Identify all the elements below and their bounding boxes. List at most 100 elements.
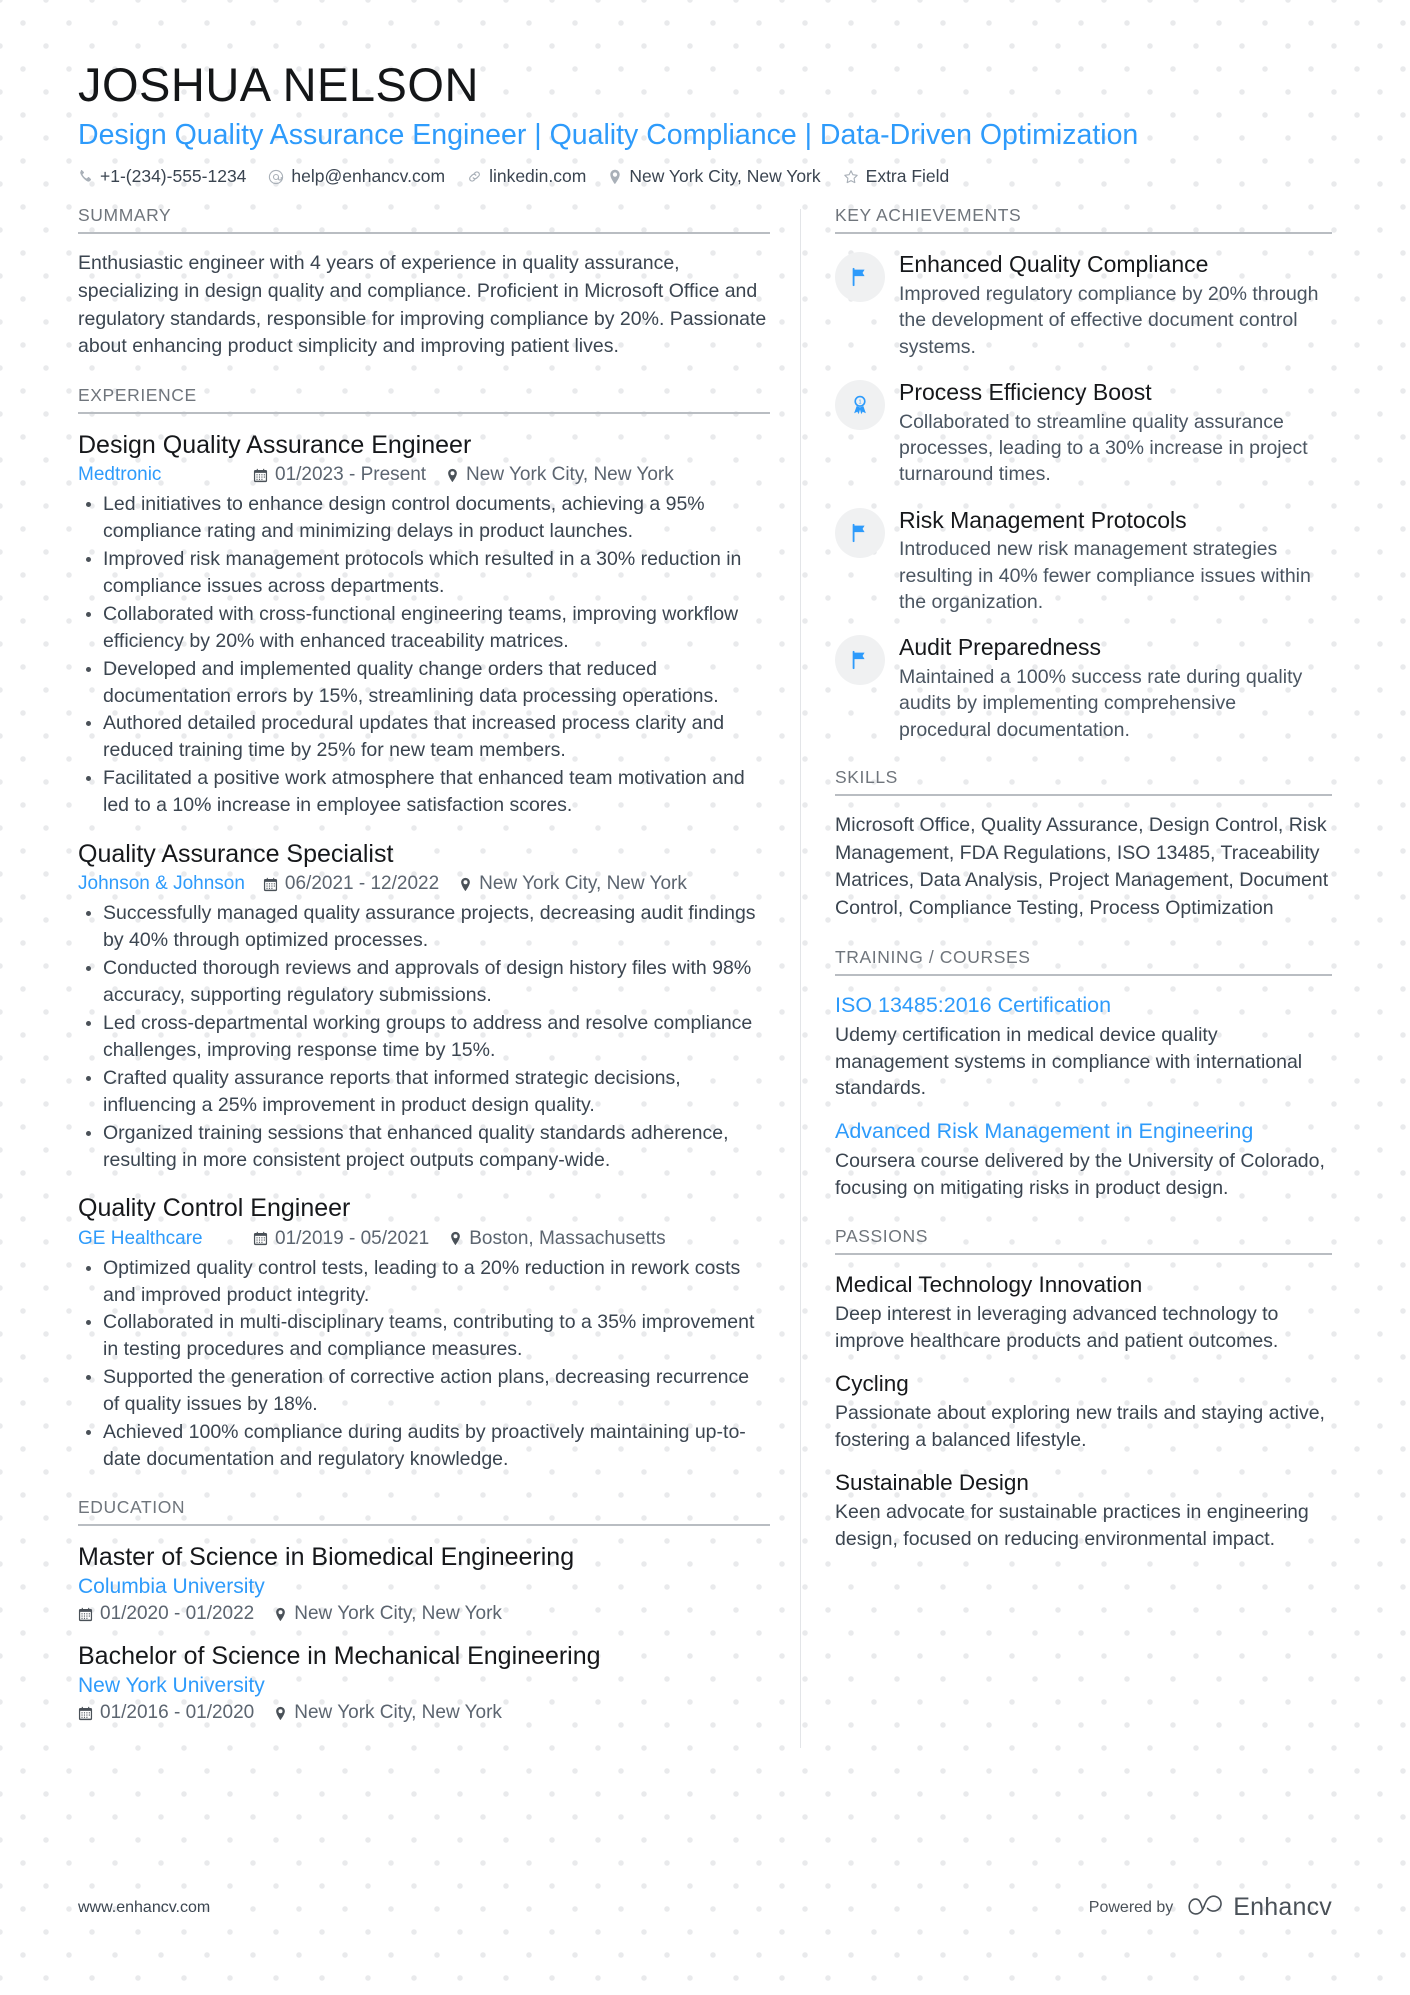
- job-dates: 06/2021 - 12/2022: [263, 873, 439, 895]
- location-icon: [608, 169, 622, 185]
- calendar-icon: [263, 877, 278, 892]
- contact-link[interactable]: linkedin.com: [467, 166, 586, 187]
- job-title: Quality Control Engineer: [78, 1194, 351, 1223]
- achievement-icon-bubble: [835, 252, 885, 303]
- resume-content: JOSHUA NELSON Design Quality Assurance E…: [0, 0, 1410, 1749]
- page-footer: www.enhancv.com Powered by Enhancv: [0, 1892, 1410, 1923]
- contact-location-text: New York City, New York: [629, 166, 821, 187]
- calendar-icon: [78, 1706, 93, 1721]
- job-bullet: Supported the generation of corrective a…: [86, 1364, 770, 1418]
- job-meta: GE Healthcare 01/2019 - 05/2021 Boston, …: [78, 1228, 770, 1250]
- section-heading-passions: PASSIONS: [835, 1226, 1332, 1256]
- contact-location[interactable]: New York City, New York: [608, 166, 821, 187]
- job-title: Design Quality Assurance Engineer: [78, 430, 472, 459]
- contact-link-text: linkedin.com: [489, 166, 587, 187]
- course-title[interactable]: ISO 13485:2016 Certification: [835, 992, 1332, 1019]
- education-location: New York City, New York: [274, 1702, 502, 1724]
- experience-item: Quality Assurance Specialist Johnson & J…: [78, 839, 770, 1173]
- section-passions: PASSIONS Medical Technology Innovation D…: [835, 1226, 1332, 1553]
- course-item: Advanced Risk Management in Engineering …: [835, 1118, 1332, 1202]
- achievement-icon-bubble: 1: [835, 379, 885, 430]
- course-description: Udemy certification in medical device qu…: [835, 1023, 1303, 1100]
- contact-phone[interactable]: +1-(234)-555-1234: [78, 166, 246, 187]
- enhancv-brand[interactable]: Enhancv: [1187, 1892, 1332, 1923]
- achievement-icon-bubble: [835, 507, 885, 558]
- contact-email[interactable]: help@enhancv.com: [268, 166, 445, 187]
- contact-extra-field-text: Extra Field: [865, 166, 950, 187]
- section-training-courses: TRAINING / COURSES ISO 13485:2016 Certif…: [835, 947, 1332, 1202]
- job-bullet: Led initiatives to enhance design contro…: [86, 491, 770, 545]
- job-dates-text: 01/2019 - 05/2021: [275, 1227, 430, 1249]
- job-bullet: Achieved 100% compliance during audits b…: [86, 1419, 770, 1473]
- section-skills: SKILLS Microsoft Office, Quality Assuran…: [835, 767, 1332, 923]
- achievement-title: Process Efficiency Boost: [899, 378, 1152, 405]
- job-bullet: Crafted quality assurance reports that i…: [86, 1065, 770, 1119]
- education-dates-text: 01/2016 - 01/2020: [100, 1702, 255, 1724]
- section-summary: SUMMARY Enthusiastic engineer with 4 yea…: [78, 205, 770, 361]
- achievement-description: Improved regulatory compliance by 20% th…: [899, 282, 1319, 358]
- job-company[interactable]: Medtronic: [78, 464, 253, 486]
- location-icon: [446, 468, 459, 483]
- location-icon: [459, 877, 472, 892]
- job-bullet: Improved risk management protocols which…: [86, 546, 770, 600]
- location-icon: [274, 1607, 287, 1622]
- job-bullet: Collaborated with cross-functional engin…: [86, 601, 770, 655]
- job-bullet: Authored detailed procedural updates tha…: [86, 710, 770, 764]
- education-school[interactable]: Columbia University: [78, 1575, 770, 1599]
- job-location: New York City, New York: [459, 873, 687, 895]
- section-experience: EXPERIENCE Design Quality Assurance Engi…: [78, 385, 770, 1473]
- candidate-headline: Design Quality Assurance Engineer | Qual…: [78, 119, 1139, 152]
- achievement-item: Audit Preparedness Maintained a 100% suc…: [835, 633, 1332, 743]
- achievement-item: Risk Management Protocols Introduced new…: [835, 506, 1332, 616]
- job-bullets: Led initiatives to enhance design contro…: [78, 491, 770, 819]
- passion-description: Deep interest in leveraging advanced tec…: [835, 1303, 1279, 1353]
- achievement-item: 1 Process Efficiency Boost Collaborated …: [835, 378, 1332, 488]
- course-description: Coursera course delivered by the Univers…: [835, 1150, 1325, 1200]
- summary-text: Enthusiastic engineer with 4 years of ex…: [78, 252, 767, 358]
- footer-website-url[interactable]: www.enhancv.com: [78, 1899, 210, 1917]
- achievement-body: Risk Management Protocols Introduced new…: [899, 506, 1332, 616]
- passion-item: Medical Technology Innovation Deep inter…: [835, 1271, 1332, 1355]
- achievement-body: Process Efficiency Boost Collaborated to…: [899, 378, 1332, 488]
- job-bullets: Successfully managed quality assurance p…: [78, 900, 770, 1173]
- resume-page: JOSHUA NELSON Design Quality Assurance E…: [0, 0, 1410, 1995]
- job-bullet: Developed and implemented quality change…: [86, 656, 770, 710]
- job-bullet: Collaborated in multi-disciplinary teams…: [86, 1309, 770, 1363]
- candidate-name: JOSHUA NELSON: [78, 58, 479, 111]
- location-icon: [274, 1706, 287, 1721]
- job-company[interactable]: Johnson & Johnson: [78, 873, 245, 895]
- job-location-text: New York City, New York: [466, 464, 674, 486]
- education-school[interactable]: New York University: [78, 1674, 770, 1698]
- job-dates: 01/2019 - 05/2021: [253, 1228, 429, 1250]
- education-location-text: New York City, New York: [294, 1702, 502, 1724]
- education-degree: Bachelor of Science in Mechanical Engine…: [78, 1642, 601, 1671]
- job-company[interactable]: GE Healthcare: [78, 1228, 253, 1250]
- passion-title: Cycling: [835, 1370, 909, 1396]
- education-location-text: New York City, New York: [294, 1603, 502, 1625]
- left-column: SUMMARY Enthusiastic engineer with 4 yea…: [78, 205, 800, 1748]
- section-heading-skills: SKILLS: [835, 767, 1332, 796]
- achievement-description: Collaborated to streamline quality assur…: [899, 410, 1308, 486]
- flag-icon: [849, 522, 871, 544]
- achievement-description: Introduced new risk management strategie…: [899, 538, 1311, 613]
- education-meta: 01/2016 - 01/2020 New York City, New Yor…: [78, 1702, 770, 1724]
- award-ribbon-icon: 1: [849, 394, 871, 416]
- course-title[interactable]: Advanced Risk Management in Engineering: [835, 1118, 1332, 1145]
- passion-title: Sustainable Design: [835, 1469, 1029, 1495]
- job-bullets: Optimized quality control tests, leading…: [78, 1255, 770, 1473]
- svg-text:1: 1: [858, 399, 861, 405]
- education-degree: Master of Science in Biomedical Engineer…: [78, 1542, 575, 1571]
- job-meta: Medtronic 01/2023 - Present New York Cit…: [78, 464, 770, 486]
- email-icon: [268, 169, 284, 185]
- passion-title: Medical Technology Innovation: [835, 1272, 1143, 1298]
- achievement-description: Maintained a 100% success rate during qu…: [899, 666, 1303, 741]
- job-location-text: New York City, New York: [479, 873, 687, 895]
- job-bullet: Optimized quality control tests, leading…: [86, 1255, 770, 1309]
- education-location: New York City, New York: [274, 1603, 502, 1625]
- section-heading-education: EDUCATION: [78, 1497, 770, 1526]
- contact-extra-field[interactable]: Extra Field: [843, 166, 950, 187]
- achievement-body: Enhanced Quality Compliance Improved reg…: [899, 250, 1332, 360]
- contact-phone-text: +1-(234)-555-1234: [100, 166, 247, 187]
- achievement-icon-bubble: [835, 635, 885, 686]
- achievement-item: Enhanced Quality Compliance Improved reg…: [835, 250, 1332, 360]
